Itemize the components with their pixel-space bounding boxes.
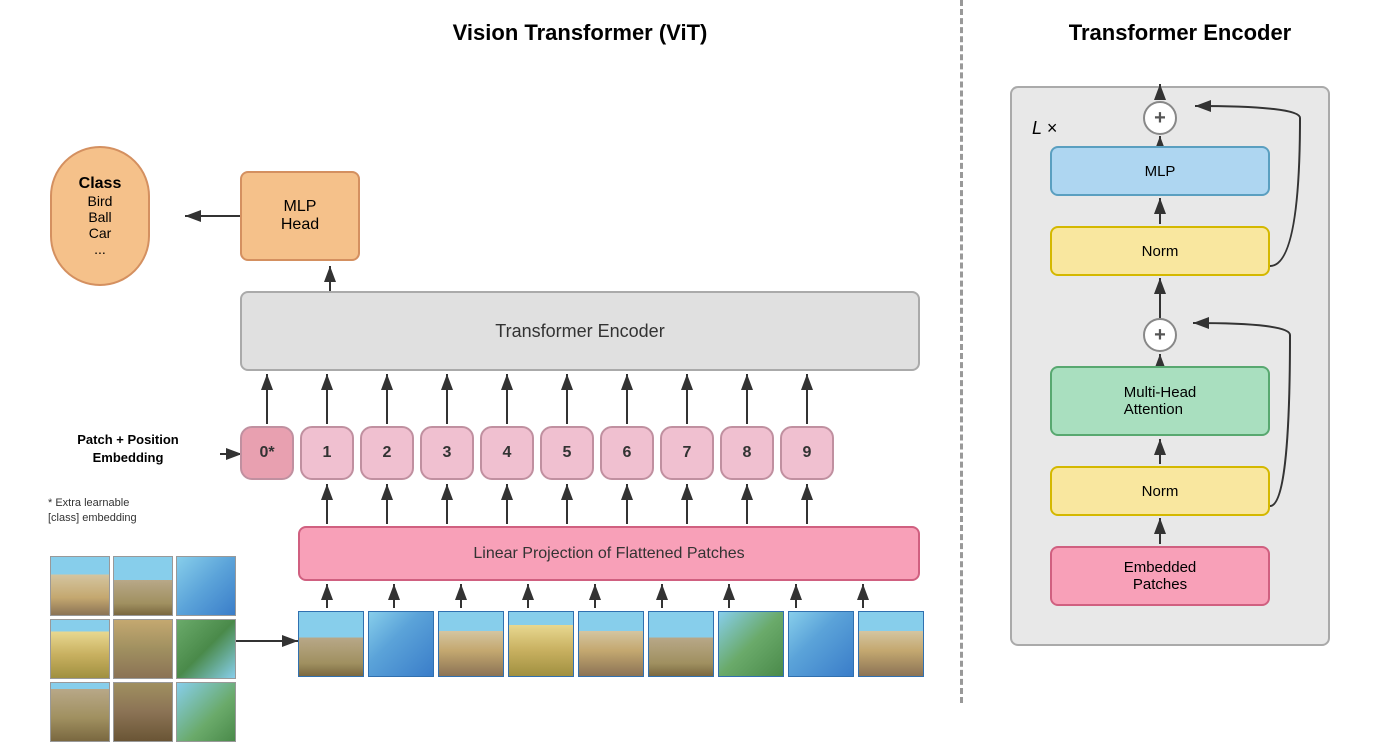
enc-norm-top-box: Norm (1050, 226, 1270, 276)
patch-4 (508, 611, 574, 677)
token-1: 1 (300, 426, 354, 480)
source-cell-8 (113, 682, 173, 742)
patch-3 (438, 611, 504, 677)
class-bird: Bird (88, 193, 113, 209)
plus-mid-label: + (1154, 324, 1166, 347)
token-7: 7 (660, 426, 714, 480)
patch-7 (718, 611, 784, 677)
transformer-encoder-main-box: Transformer Encoder (240, 291, 920, 371)
token-9-label: 9 (803, 444, 812, 462)
token-3-label: 3 (443, 444, 452, 462)
source-cell-9 (176, 682, 236, 742)
enc-norm-bottom-label: Norm (1142, 483, 1179, 500)
embedded-patches-label: EmbeddedPatches (1124, 559, 1197, 593)
class-label: Class (79, 175, 122, 193)
vit-title: Vision Transformer (ViT) (20, 20, 940, 46)
token-7-label: 7 (683, 444, 692, 462)
source-cell-2 (113, 556, 173, 616)
linear-proj-box: Linear Projection of Flattened Patches (298, 526, 920, 581)
source-cell-5 (113, 619, 173, 679)
source-cell-4 (50, 619, 110, 679)
encoder-title: Transformer Encoder (990, 20, 1370, 46)
token-4: 4 (480, 426, 534, 480)
token-2-label: 2 (383, 444, 392, 462)
patch-5 (578, 611, 644, 677)
patch-2 (368, 611, 434, 677)
token-1-label: 1 (323, 444, 332, 462)
token-8-label: 8 (743, 444, 752, 462)
token-4-label: 4 (503, 444, 512, 462)
token-3: 3 (420, 426, 474, 480)
encoder-diagram: L × (1000, 66, 1360, 706)
enc-norm-top-label: Norm (1142, 243, 1179, 260)
extra-learnable-label: * Extra learnable[class] embedding (48, 496, 208, 527)
patch-8 (788, 611, 854, 677)
mlp-head-label: MLPHead (281, 198, 319, 234)
patch-1 (298, 611, 364, 677)
token-0: 0* (240, 426, 294, 480)
enc-mlp-box: MLP (1050, 146, 1270, 196)
source-cell-6 (176, 619, 236, 679)
patch-6 (648, 611, 714, 677)
token-9: 9 (780, 426, 834, 480)
linear-proj-label: Linear Projection of Flattened Patches (473, 545, 744, 563)
token-5-label: 5 (563, 444, 572, 462)
enc-mlp-label: MLP (1145, 163, 1176, 180)
token-6-label: 6 (623, 444, 632, 462)
source-cell-1 (50, 556, 110, 616)
plus-circle-mid: + (1143, 318, 1177, 352)
source-grid (50, 556, 236, 742)
mlp-head-box: MLPHead (240, 171, 360, 261)
source-cell-3 (176, 556, 236, 616)
class-ellipsis: ... (94, 241, 106, 257)
embedding-row: 0* 1 2 3 4 5 6 (240, 426, 834, 480)
patches-row (298, 611, 924, 677)
token-0-label: 0* (259, 444, 274, 462)
enc-mha-box: Multi-HeadAttention (1050, 366, 1270, 436)
vit-diagram: Class Bird Ball Car ... MLPHead Transfor… (20, 66, 940, 706)
token-2: 2 (360, 426, 414, 480)
class-ball: Ball (88, 209, 111, 225)
embedded-patches-box: EmbeddedPatches (1050, 546, 1270, 606)
token-8: 8 (720, 426, 774, 480)
lx-label: L × (1032, 118, 1057, 139)
source-cell-7 (50, 682, 110, 742)
token-6: 6 (600, 426, 654, 480)
main-container: Vision Transformer (ViT) (0, 0, 1400, 703)
enc-mha-label: Multi-HeadAttention (1124, 384, 1197, 418)
encoder-section: Transformer Encoder L × (960, 0, 1400, 703)
patch-embed-label: Patch + PositionEmbedding (48, 431, 208, 467)
plus-top-label: + (1154, 107, 1166, 130)
token-5: 5 (540, 426, 594, 480)
transformer-encoder-box-label: Transformer Encoder (495, 321, 664, 342)
vit-section: Vision Transformer (ViT) (0, 0, 960, 703)
class-output-box: Class Bird Ball Car ... (50, 146, 150, 286)
plus-circle-top: + (1143, 101, 1177, 135)
patch-9 (858, 611, 924, 677)
class-car: Car (89, 225, 112, 241)
enc-norm-bottom-box: Norm (1050, 466, 1270, 516)
